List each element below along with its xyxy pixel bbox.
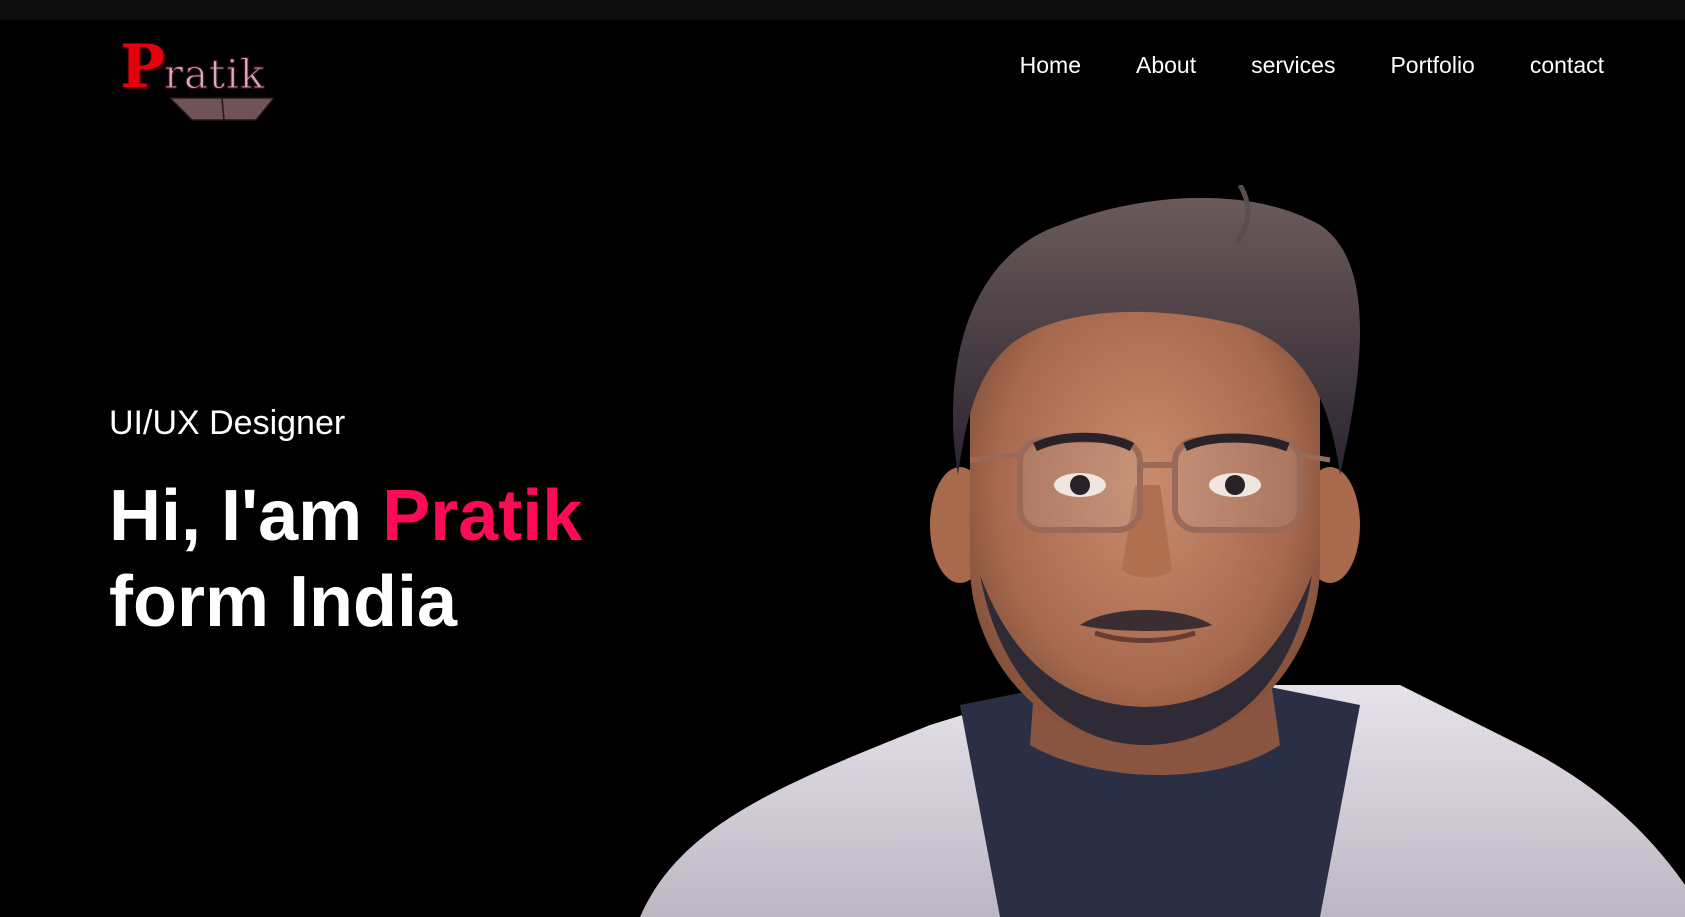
logo-initial: P <box>120 32 166 102</box>
logo-text: ratik <box>163 51 266 98</box>
nav-contact[interactable]: contact <box>1530 50 1604 80</box>
nav-services[interactable]: services <box>1251 50 1335 80</box>
profile-photo <box>640 185 1685 917</box>
hero-headline: Hi, I'am Pratik form India <box>109 473 582 645</box>
nav-home[interactable]: Home <box>1020 50 1081 80</box>
page: P ratik Home About services Portfolio co… <box>0 20 1685 917</box>
hero-subtitle: UI/UX Designer <box>109 404 346 442</box>
browser-top-strip <box>0 0 1685 20</box>
hero-text: UI/UX Designer Hi, I'am Pratik form Indi… <box>109 403 582 645</box>
nav-portfolio[interactable]: Portfolio <box>1390 50 1474 80</box>
nav-about[interactable]: About <box>1136 50 1196 80</box>
logo-base-shape <box>170 97 274 121</box>
hero-greeting: Hi, I'am <box>109 476 363 556</box>
hero-name: Pratik <box>382 476 583 556</box>
main-nav: Home About services Portfolio contact <box>1020 50 1604 80</box>
site-logo[interactable]: P ratik <box>118 32 274 122</box>
hero-line2: form India <box>109 562 458 642</box>
